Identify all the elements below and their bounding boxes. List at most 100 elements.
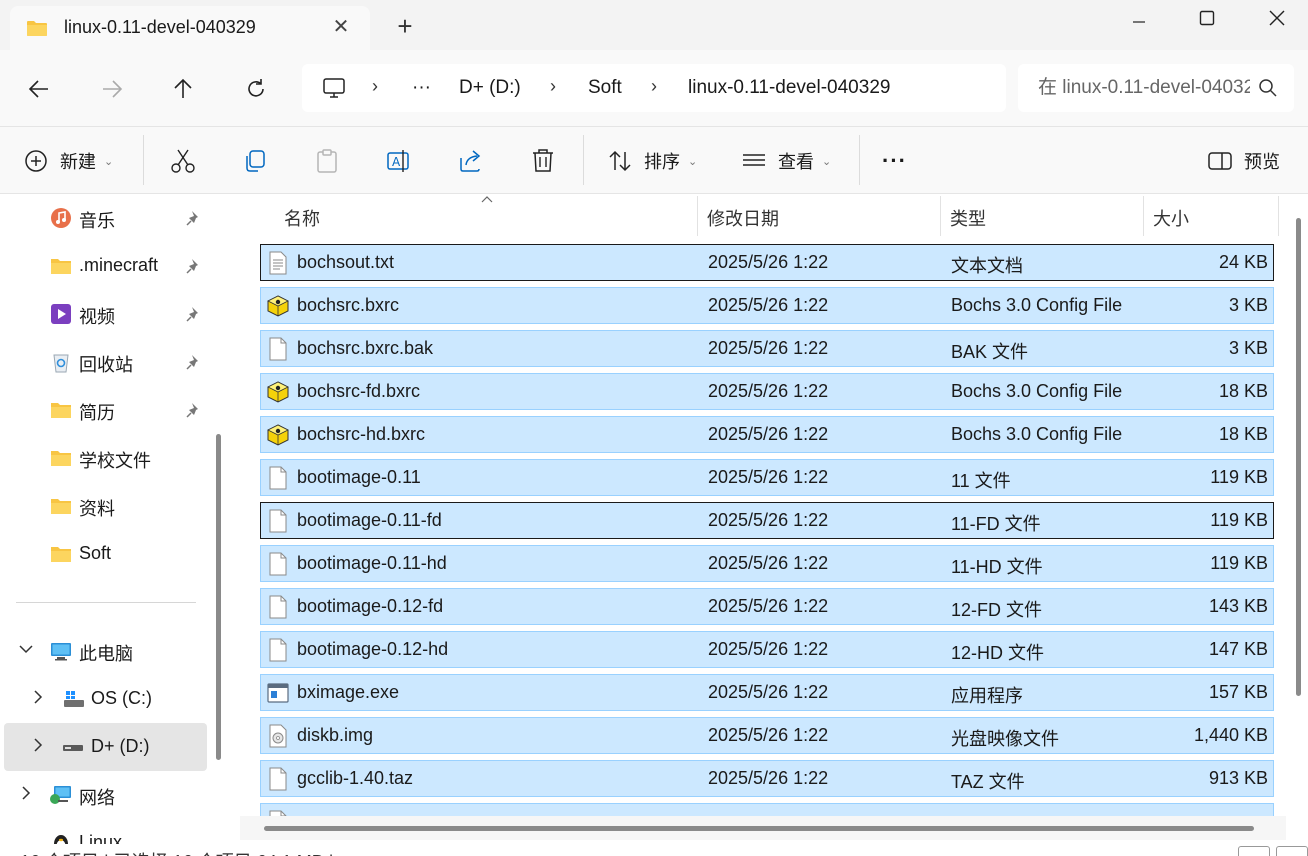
sidebar-item-videos[interactable]: 视频 <box>0 290 210 338</box>
horizontal-scrollbar[interactable] <box>264 826 1254 831</box>
svg-text:A: A <box>392 155 401 169</box>
chevron-right-icon[interactable] <box>30 737 46 753</box>
copy-button[interactable] <box>242 145 268 177</box>
column-divider[interactable] <box>940 196 941 236</box>
breadcrumb-current[interactable]: linux-0.11-devel-040329 <box>688 77 890 99</box>
file-row[interactable]: bximage.exe 2025/5/26 1:22 应用程序 157 KB <box>260 674 1274 711</box>
file-row[interactable]: bootimage-0.11-hd 2025/5/26 1:22 11-HD 文件 1… <box>260 545 1274 582</box>
preview-label: 预览 <box>1244 152 1280 172</box>
details-view-button[interactable] <box>1238 846 1270 856</box>
refresh-button[interactable] <box>239 72 273 106</box>
delete-button[interactable] <box>530 145 556 177</box>
column-header-size[interactable]: 大小 <box>1153 205 1189 231</box>
breadcrumb-chevron-icon[interactable]: › <box>372 76 378 97</box>
tab-close-icon[interactable]: ✕ <box>328 14 354 40</box>
chevron-right-icon[interactable] <box>18 785 34 801</box>
sidebar-item-drive-d[interactable]: D+ (D:) <box>4 723 207 771</box>
new-button[interactable]: 新建 ⌄ <box>24 145 113 177</box>
rename-button[interactable]: A <box>386 145 412 177</box>
sidebar-scrollbar[interactable] <box>216 434 221 760</box>
sidebar-item-school-files[interactable]: 学校文件 <box>0 434 210 482</box>
column-header-type[interactable]: 类型 <box>950 205 986 231</box>
breadcrumb-drive[interactable]: D+ (D:) <box>459 77 521 99</box>
search-input[interactable] <box>1038 74 1250 102</box>
file-row[interactable]: bochsout.txt 2025/5/26 1:22 文本文档 24 KB <box>260 244 1274 281</box>
file-name: bochsrc-fd.bxrc <box>297 381 421 401</box>
view-button[interactable]: 查看 ⌄ <box>742 145 831 177</box>
exe-icon <box>266 681 290 705</box>
file-type: Bochs 3.0 Config File <box>951 295 1123 315</box>
file-size: 119 KB <box>1210 510 1268 530</box>
minimize-button[interactable] <box>1104 0 1174 36</box>
cut-button[interactable] <box>170 145 196 177</box>
file-row[interactable]: bochsrc-hd.bxrc 2025/5/26 1:22 Bochs 3.0 C… <box>260 416 1274 453</box>
sidebar-item-network[interactable]: 网络 <box>0 771 210 819</box>
minimize-icon <box>1133 21 1145 23</box>
pin-icon <box>186 211 198 226</box>
sidebar-item-drive-c[interactable]: OS (C:) <box>0 675 210 723</box>
tiles-view-button[interactable] <box>1276 846 1308 856</box>
new-tab-button[interactable]: + <box>392 13 418 40</box>
column-header-name[interactable]: 名称 <box>284 205 320 231</box>
file-row[interactable]: diskb.img 2025/5/26 1:22 光盘映像文件 1,440 KB <box>260 717 1274 754</box>
column-divider[interactable] <box>1143 196 1144 236</box>
file-type: 12-HD 文件 <box>951 643 1045 663</box>
breadcrumb-overflow[interactable]: ··· <box>412 77 431 99</box>
chevron-down-icon[interactable] <box>18 641 34 657</box>
sort-label: 排序 <box>644 152 680 172</box>
tab-current[interactable]: linux-0.11-devel-040329 ✕ <box>10 6 370 50</box>
search-box[interactable] <box>1018 64 1294 112</box>
file-row[interactable]: gcclib-1.40.taz 2025/5/26 1:22 TAZ 文件 913 K… <box>260 760 1274 797</box>
file-date: 2025/5/26 1:22 <box>708 682 829 702</box>
sidebar-item-music[interactable]: 音乐 <box>0 194 210 242</box>
file-row[interactable]: bootimage-0.11-fd 2025/5/26 1:22 11-FD 文件 1… <box>260 502 1274 539</box>
sidebar-item-resume[interactable]: 简历 <box>0 386 210 434</box>
file-row[interactable]: bootimage-0.12-fd 2025/5/26 1:22 12-FD 文件 1… <box>260 588 1274 625</box>
file-icon <box>266 767 290 791</box>
back-button[interactable] <box>22 72 56 106</box>
column-header-date[interactable]: 修改日期 <box>707 205 779 231</box>
paste-button[interactable] <box>314 145 340 177</box>
breadcrumb-chevron-icon[interactable]: › <box>550 76 556 97</box>
folder-icon <box>51 499 71 514</box>
sidebar-item-soft[interactable]: Soft <box>0 530 210 578</box>
file-icon <box>266 552 290 576</box>
breadcrumb-chevron-icon[interactable]: › <box>651 76 657 97</box>
folder-icon <box>51 547 71 562</box>
more-icon: ··· <box>882 148 907 173</box>
file-row[interactable]: bochsrc.bxrc.bak 2025/5/26 1:22 BAK 文件 3 KB <box>260 330 1274 367</box>
sidebar-item-materials[interactable]: 资料 <box>0 482 210 530</box>
file-size: 913 KB <box>1208 768 1268 788</box>
chevron-right-icon[interactable] <box>30 689 46 705</box>
breadcrumb-soft[interactable]: Soft <box>588 77 622 99</box>
file-row[interactable]: bootimage-0.12-hd 2025/5/26 1:22 12-HD 文件 1… <box>260 631 1274 668</box>
up-button[interactable] <box>166 72 200 106</box>
preview-pane-button[interactable]: 预览 <box>1208 145 1280 177</box>
sidebar-item-recycle-bin[interactable]: 回收站 <box>0 338 210 386</box>
share-button[interactable] <box>458 145 484 177</box>
address-bar[interactable]: › ··· D+ (D:) › Soft › linux-0.11-devel-… <box>302 64 1006 112</box>
linux-penguin-icon <box>54 835 68 844</box>
column-divider[interactable] <box>697 196 698 236</box>
forward-button[interactable] <box>95 72 129 106</box>
maximize-button[interactable] <box>1172 0 1242 36</box>
pin-icon <box>186 307 198 322</box>
close-window-button[interactable] <box>1242 0 1308 36</box>
sidebar-item-linux[interactable]: Linux <box>0 819 210 844</box>
file-date: 2025/5/26 1:22 <box>708 768 829 788</box>
sidebar-item-minecraft[interactable]: .minecraft <box>0 242 210 290</box>
column-divider[interactable] <box>1278 196 1279 236</box>
vertical-scrollbar[interactable] <box>1296 218 1301 696</box>
file-date: 2025/5/26 1:22 <box>708 381 829 401</box>
file-size: 143 KB <box>1208 596 1268 616</box>
sidebar-item-label: Soft <box>79 543 112 563</box>
more-options-button[interactable]: ··· <box>882 145 907 177</box>
search-icon[interactable] <box>1258 78 1278 98</box>
clipboard-icon <box>317 149 337 173</box>
file-row[interactable]: bootimage-0.11 2025/5/26 1:22 11 文件 119 KB <box>260 459 1274 496</box>
file-row[interactable]: bochsrc-fd.bxrc 2025/5/26 1:22 Bochs 3.0 C… <box>260 373 1274 410</box>
file-list-pane: 名称 修改日期 类型 大小 bochsout.txt 2025/5/26 1:22… <box>234 194 1308 844</box>
sidebar-item-this-pc[interactable]: 此电脑 <box>0 627 210 675</box>
file-row[interactable]: bochsrc.bxrc 2025/5/26 1:22 Bochs 3.0 Conf… <box>260 287 1274 324</box>
sort-button[interactable]: 排序 ⌄ <box>608 145 697 177</box>
